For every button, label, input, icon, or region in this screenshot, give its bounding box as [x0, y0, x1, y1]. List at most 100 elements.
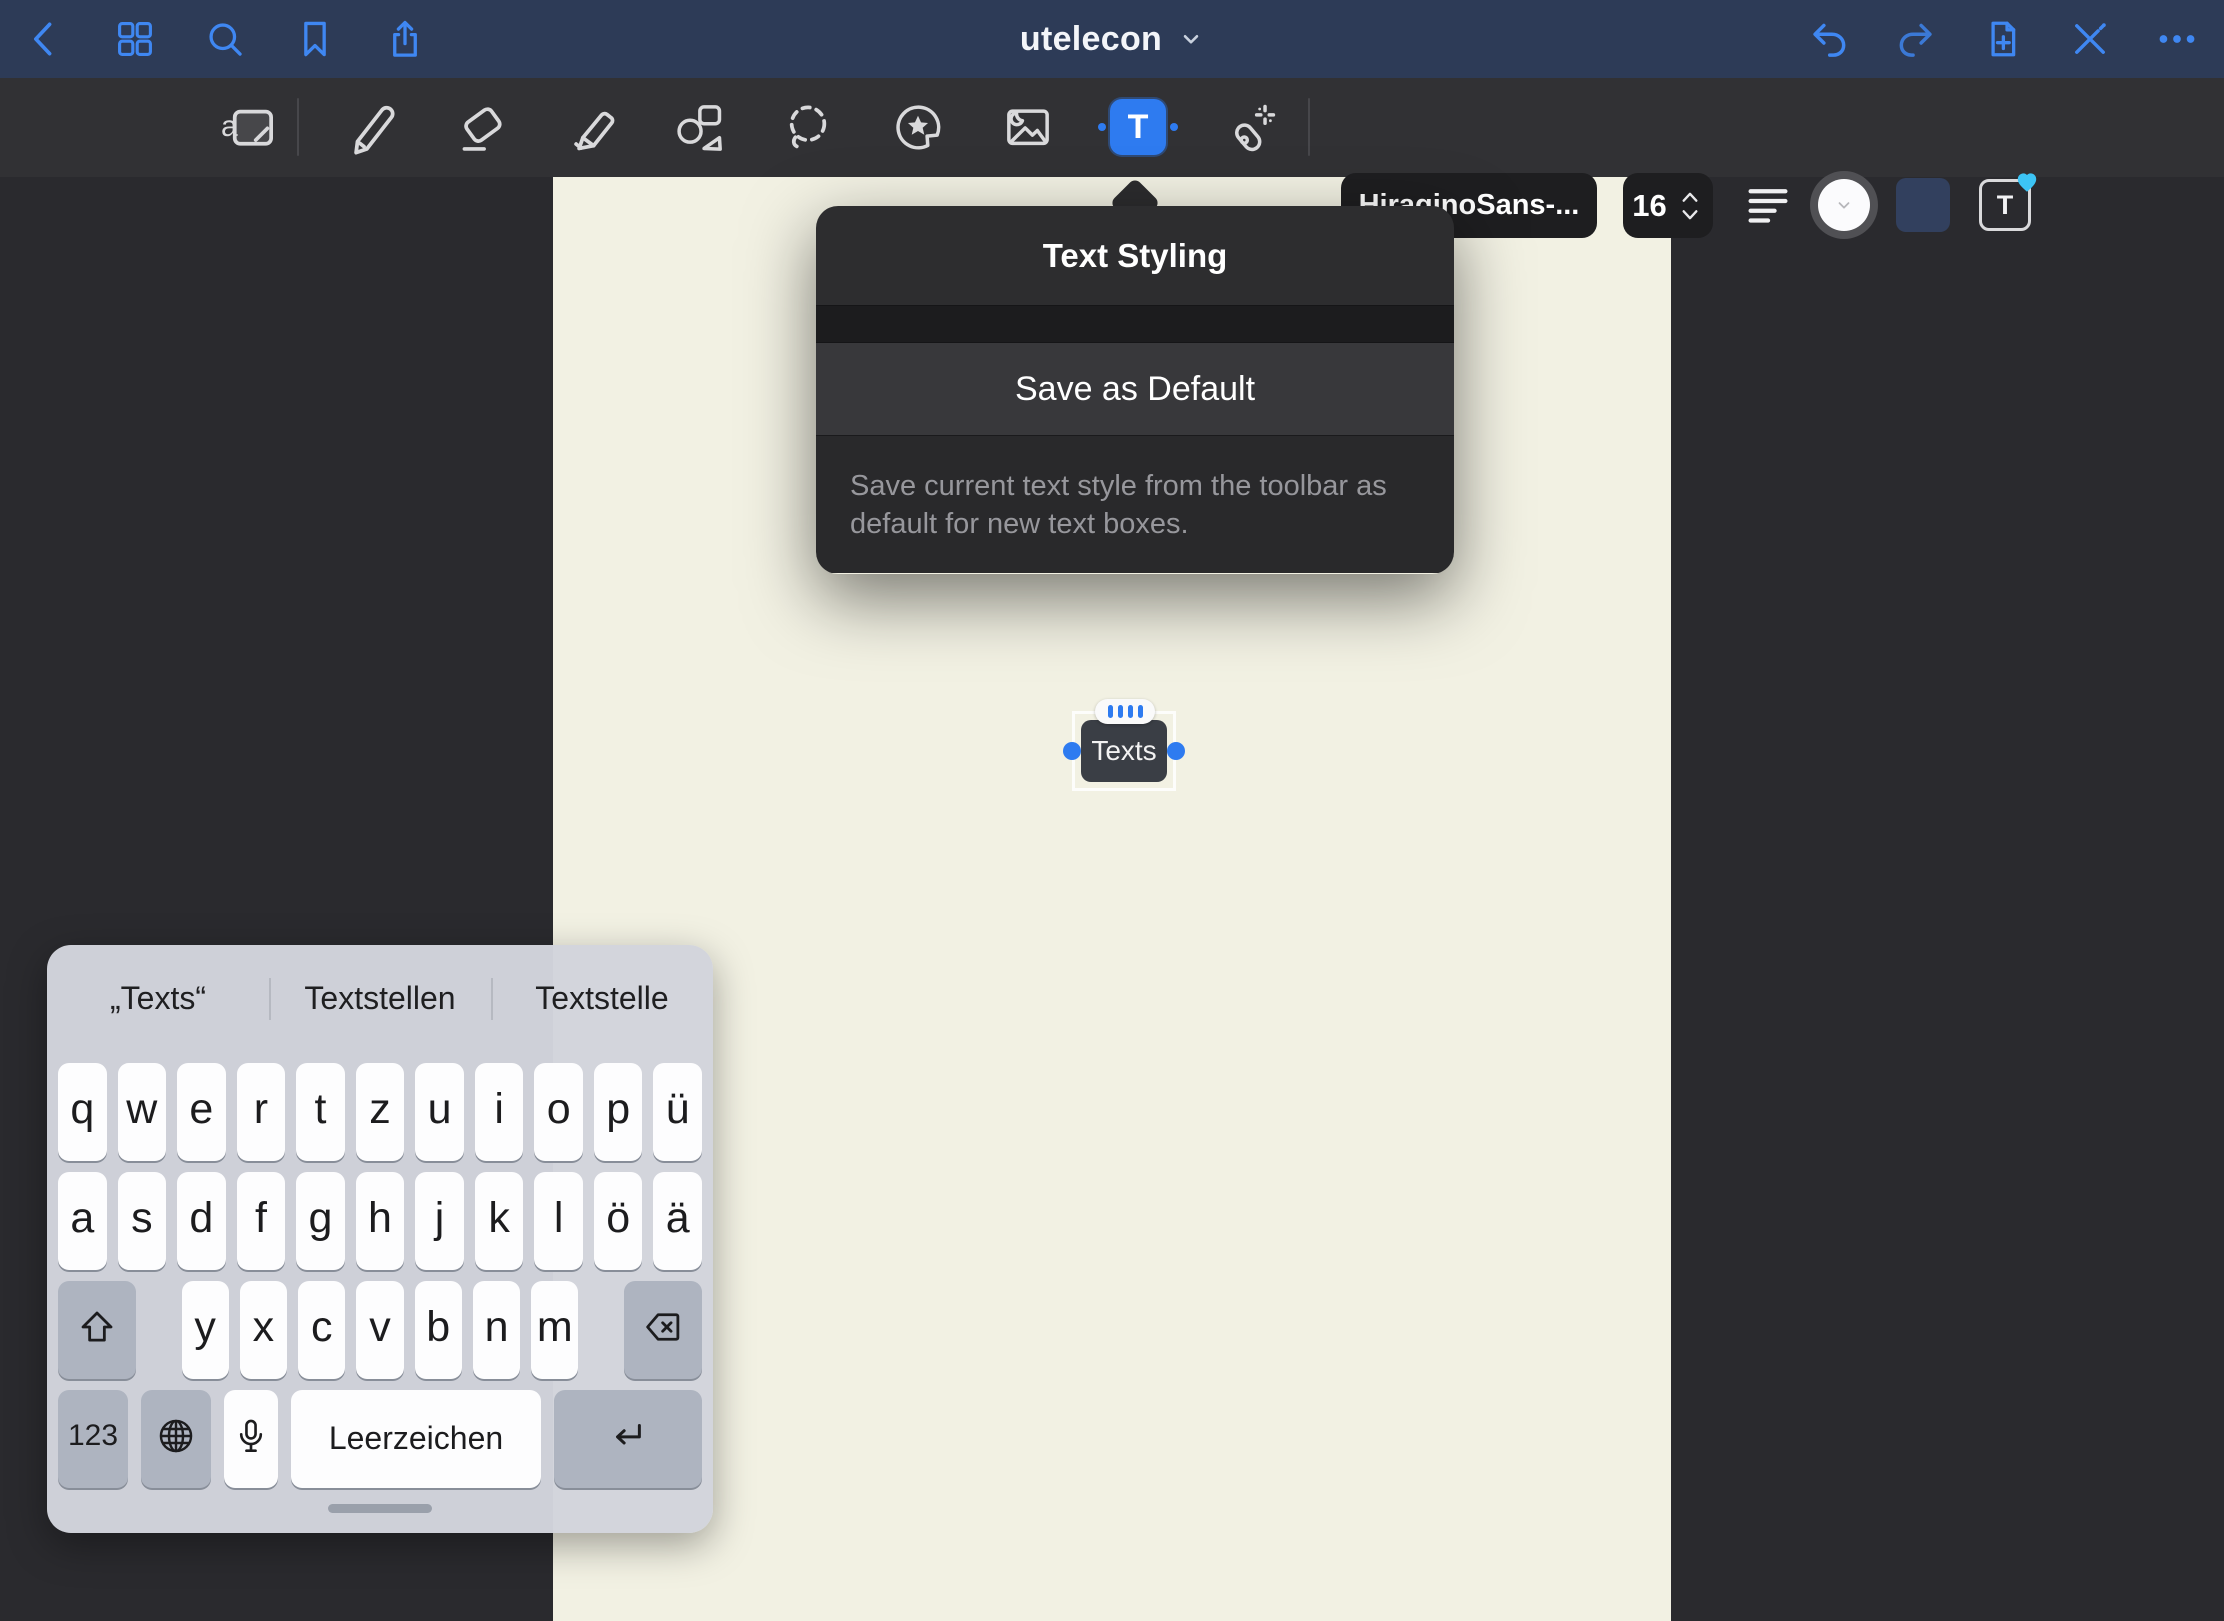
font-size-stepper[interactable]: 16: [1623, 173, 1713, 238]
key-v[interactable]: v: [356, 1281, 403, 1379]
key-t[interactable]: t: [296, 1063, 345, 1161]
space-key-label: Leerzeichen: [329, 1420, 503, 1457]
key-l[interactable]: l: [534, 1172, 583, 1270]
globe-key[interactable]: [141, 1390, 211, 1488]
text-align-button[interactable]: [1742, 180, 1794, 232]
popover-header: Text Styling: [816, 206, 1454, 305]
key-f[interactable]: f: [237, 1172, 286, 1270]
drag-bar: [1118, 705, 1123, 718]
tools-toolbar: a T: [0, 78, 2224, 177]
chevron-down-icon: [1835, 196, 1853, 214]
key-r[interactable]: r: [237, 1063, 286, 1161]
suggestion-Textstellen[interactable]: Textstellen: [269, 945, 491, 1051]
key-z[interactable]: z: [356, 1063, 405, 1161]
image-tool[interactable]: [1000, 99, 1056, 155]
key-q[interactable]: q: [58, 1063, 107, 1161]
document-title[interactable]: utelecon: [1020, 20, 1162, 59]
key-row-4: 123 Leerzeichen: [58, 1390, 702, 1488]
shift-key[interactable]: [58, 1281, 136, 1379]
textbox-drag-handle[interactable]: [1095, 699, 1155, 724]
key-e[interactable]: e: [177, 1063, 226, 1161]
key-j[interactable]: j: [415, 1172, 464, 1270]
key-y[interactable]: y: [182, 1281, 229, 1379]
key-c[interactable]: c: [298, 1281, 345, 1379]
redo-button[interactable]: [1893, 16, 1939, 62]
key-row-3-letters: yxcvbnm: [182, 1281, 579, 1379]
text-color-picker[interactable]: [1810, 171, 1878, 239]
key-h[interactable]: h: [356, 1172, 405, 1270]
key-n[interactable]: n: [473, 1281, 520, 1379]
backspace-icon: [642, 1306, 684, 1348]
highlighter-tool[interactable]: [560, 99, 616, 155]
heart-icon: [2014, 169, 2040, 195]
key-k[interactable]: k: [475, 1172, 524, 1270]
key-o[interactable]: o: [534, 1063, 583, 1161]
color-swatch-white: [1818, 179, 1870, 231]
key-w[interactable]: w: [118, 1063, 167, 1161]
selected-textbox[interactable]: Texts: [1081, 720, 1167, 782]
text-tool-label: T: [1128, 108, 1149, 147]
suggestion-Texts[interactable]: „Texts“: [47, 945, 269, 1051]
color-swatch-navy[interactable]: [1896, 178, 1950, 232]
popover-title: Text Styling: [1043, 237, 1228, 275]
undo-button[interactable]: [1806, 16, 1852, 62]
return-key[interactable]: [554, 1390, 702, 1488]
lasso-tool[interactable]: [780, 99, 836, 155]
save-as-default-button[interactable]: Save as Default: [816, 343, 1454, 435]
shapes-icon: [670, 99, 726, 155]
pen-tool[interactable]: [340, 99, 396, 155]
suggestion-Textstelle[interactable]: Textstelle: [491, 945, 713, 1051]
text-tool-selected[interactable]: T: [1110, 99, 1166, 155]
sticker-tool[interactable]: [890, 99, 946, 155]
key-i[interactable]: i: [475, 1063, 524, 1161]
popover-separator-band: [816, 305, 1454, 343]
key-a[interactable]: a: [58, 1172, 107, 1270]
drag-bar: [1128, 705, 1133, 718]
key-m[interactable]: m: [531, 1281, 578, 1379]
shapes-tool[interactable]: [670, 99, 726, 155]
key-g[interactable]: g: [296, 1172, 345, 1270]
popover-description: Save current text style from the toolbar…: [816, 435, 1454, 573]
keyboard-drag-handle[interactable]: [328, 1504, 432, 1513]
key-u[interactable]: u: [415, 1063, 464, 1161]
space-key[interactable]: Leerzeichen: [291, 1390, 541, 1488]
popover-description-text: Save current text style from the toolbar…: [850, 467, 1420, 543]
navbar-right-group: [1806, 0, 2200, 78]
suggestion-bar: „Texts“TextstellenTextstelle: [47, 945, 713, 1051]
key-p[interactable]: p: [594, 1063, 643, 1161]
favorite-text-style-button[interactable]: T: [1979, 179, 2031, 231]
key-s[interactable]: s: [118, 1172, 167, 1270]
key-ü[interactable]: ü: [653, 1063, 702, 1161]
stop-editing-button[interactable]: [2067, 16, 2113, 62]
backspace-key[interactable]: [624, 1281, 702, 1379]
selection-handle-right[interactable]: [1167, 742, 1185, 760]
shift-icon: [76, 1306, 118, 1348]
key-d[interactable]: d: [177, 1172, 226, 1270]
laser-pointer-tool[interactable]: [1220, 99, 1276, 155]
notebook-page[interactable]: Text Styling Save as Default Save curren…: [553, 177, 1671, 1621]
save-as-default-label: Save as Default: [1015, 370, 1255, 409]
numbers-key-label: 123: [68, 1419, 118, 1453]
dictation-key[interactable]: [224, 1390, 278, 1488]
numbers-key[interactable]: 123: [58, 1390, 128, 1488]
globe-icon: [155, 1415, 197, 1457]
key-ö[interactable]: ö: [594, 1172, 643, 1270]
selection-handle-left[interactable]: [1063, 742, 1081, 760]
key-ä[interactable]: ä: [653, 1172, 702, 1270]
laser-pointer-icon: [1220, 99, 1276, 155]
eraser-tool[interactable]: [450, 99, 506, 155]
image-icon: [1000, 99, 1056, 155]
toolbar-divider: [1308, 98, 1310, 156]
drag-bar: [1108, 705, 1113, 718]
mic-icon: [230, 1415, 272, 1457]
key-row-2: asdfghjklöä: [58, 1172, 702, 1270]
key-x[interactable]: x: [240, 1281, 287, 1379]
favorite-style-label: T: [1997, 190, 2014, 221]
onscreen-keyboard: „Texts“TextstellenTextstelle qwertzuiopü…: [47, 945, 713, 1533]
key-b[interactable]: b: [415, 1281, 462, 1379]
handwriting-mode-button[interactable]: a: [224, 99, 280, 155]
tool-group: T: [340, 99, 1276, 155]
more-options-button[interactable]: [2154, 16, 2200, 62]
add-page-button[interactable]: [1980, 16, 2026, 62]
highlighter-icon: [560, 99, 616, 155]
